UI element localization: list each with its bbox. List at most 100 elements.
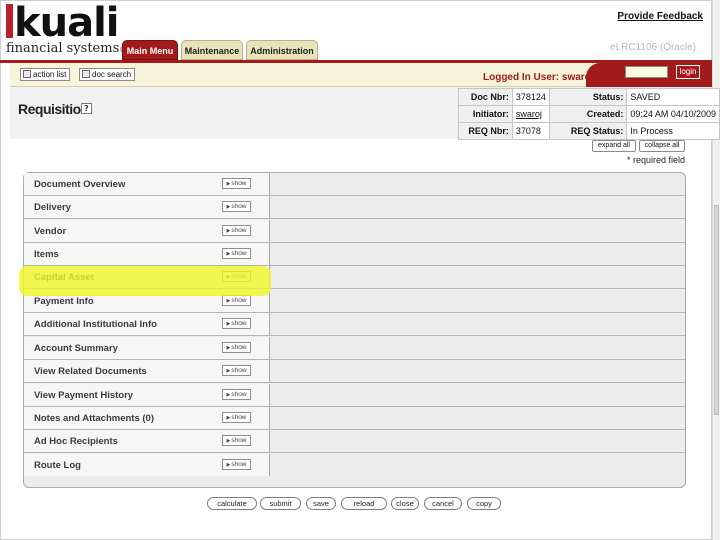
initiator-value[interactable]: swaroj <box>516 109 542 119</box>
show-label: show <box>231 367 247 374</box>
section-label: Additional Institutional Info <box>34 319 157 330</box>
calculate-button[interactable]: calculate <box>207 497 257 510</box>
section-tab: Vendor ▶show <box>24 220 270 242</box>
tab-main-menu[interactable]: Main Menu <box>122 40 178 60</box>
expand-arrow-icon: ▶ <box>226 181 231 187</box>
section-tab: Capital Asset ▶show <box>24 266 270 288</box>
tab-maintenance[interactable]: Maintenance <box>181 40 243 60</box>
expand-all-button[interactable]: expand all <box>592 140 636 152</box>
section-label: Vendor <box>34 226 67 237</box>
created-value: 09:24 AM 04/10/2009 <box>626 105 720 123</box>
section-label: Delivery <box>34 202 71 213</box>
initiator-label: Initiator: <box>458 105 513 123</box>
section-label: Notes and Attachments (0) <box>34 413 154 424</box>
login-input[interactable] <box>625 66 668 78</box>
show-label: show <box>231 391 247 398</box>
required-field-note: * required field <box>626 155 685 165</box>
submit-button[interactable]: submit <box>260 497 301 510</box>
expand-arrow-icon: ▶ <box>226 228 231 234</box>
document-info-table: Doc Nbr: 378124 Status: SAVED Initiator:… <box>458 88 720 140</box>
reload-button[interactable]: reload <box>341 497 387 510</box>
login-button[interactable]: login <box>676 65 700 79</box>
section-view-payment-history: View Payment History ▶show <box>24 384 685 407</box>
show-label: show <box>231 250 247 257</box>
server-label: eLRC1106 (Oracle) <box>610 42 696 53</box>
show-button[interactable]: ▶show <box>222 248 251 259</box>
section-tab: Document Overview ▶show <box>24 173 270 195</box>
expand-arrow-icon: ▶ <box>226 204 231 210</box>
section-additional-institutional-info: Additional Institutional Info ▶show <box>24 313 685 336</box>
expand-arrow-icon: ▶ <box>226 392 231 398</box>
tab-administration[interactable]: Administration <box>246 40 318 60</box>
provide-feedback-link[interactable]: Provide Feedback <box>617 11 703 22</box>
req-nbr-value: 37078 <box>511 122 550 140</box>
initiator-link[interactable]: swaroj <box>511 105 550 123</box>
show-button[interactable]: ▶show <box>222 365 251 376</box>
scrollbar-thumb[interactable] <box>714 205 719 415</box>
logo-subtitle: financial systems <box>6 41 120 56</box>
section-tab: Ad Hoc Recipients ▶show <box>24 430 270 452</box>
cancel-button[interactable]: cancel <box>424 497 462 510</box>
expand-arrow-icon: ▶ <box>226 345 231 351</box>
kuali-logo: kuali financial systems® <box>6 0 126 56</box>
logged-in-user: Logged In User: swaroj <box>483 72 594 83</box>
section-document-overview: Document Overview ▶show <box>24 173 685 196</box>
doc-nbr-label: Doc Nbr: <box>458 88 513 106</box>
section-tab: Additional Institutional Info ▶show <box>24 313 270 335</box>
section-tab: Notes and Attachments (0) ▶show <box>24 407 270 429</box>
created-label: Created: <box>548 105 628 123</box>
show-button[interactable]: ▶show <box>222 201 251 212</box>
logo-bar-icon <box>6 4 13 38</box>
show-label: show <box>231 203 247 210</box>
help-icon[interactable]: ? <box>81 103 92 114</box>
action-list-button[interactable]: action list <box>20 68 71 81</box>
show-button[interactable]: ▶show <box>222 459 251 470</box>
show-button[interactable]: ▶show <box>222 342 251 353</box>
section-label: Items <box>34 249 59 260</box>
section-label: Capital Asset <box>34 272 94 283</box>
section-label: Payment Info <box>34 296 94 307</box>
expand-arrow-icon: ▶ <box>226 462 231 468</box>
show-button[interactable]: ▶show <box>222 178 251 189</box>
expand-arrow-icon: ▶ <box>226 321 231 327</box>
section-tab: Account Summary ▶show <box>24 337 270 359</box>
show-label: show <box>231 273 247 280</box>
vertical-scrollbar[interactable] <box>712 0 720 540</box>
show-label: show <box>231 297 247 304</box>
section-view-related-documents: View Related Documents ▶show <box>24 360 685 383</box>
show-button[interactable]: ▶show <box>222 389 251 400</box>
section-notes-and-attachments-0: Notes and Attachments (0) ▶show <box>24 407 685 430</box>
show-button[interactable]: ▶show <box>222 412 251 423</box>
close-button[interactable]: close <box>391 497 419 510</box>
show-label: show <box>231 180 247 187</box>
show-button[interactable]: ▶show <box>222 435 251 446</box>
section-tab: View Related Documents ▶show <box>24 360 270 382</box>
section-vendor: Vendor ▶show <box>24 220 685 243</box>
save-button[interactable]: save <box>306 497 336 510</box>
section-delivery: Delivery ▶show <box>24 196 685 219</box>
show-button[interactable]: ▶show <box>222 295 251 306</box>
doc-search-button[interactable]: doc search <box>79 68 136 81</box>
section-account-summary: Account Summary ▶show <box>24 337 685 360</box>
action-list-label: action list <box>33 70 67 79</box>
show-button[interactable]: ▶show <box>222 318 251 329</box>
show-button[interactable]: ▶show <box>222 225 251 236</box>
doc-nbr-value: 378124 <box>511 88 550 106</box>
req-status-label: REQ Status: <box>548 122 628 140</box>
show-button[interactable]: ▶show <box>222 271 251 282</box>
status-value: SAVED <box>626 88 720 106</box>
action-list-icon <box>23 70 31 78</box>
show-label: show <box>231 461 247 468</box>
show-label: show <box>231 414 247 421</box>
section-items: Items ▶show <box>24 243 685 266</box>
req-status-value: In Process <box>626 122 720 140</box>
copy-button[interactable]: copy <box>467 497 501 510</box>
show-label: show <box>231 437 247 444</box>
logo-text: kuali <box>14 0 119 46</box>
expand-arrow-icon: ▶ <box>226 251 231 257</box>
section-label: Route Log <box>34 460 81 471</box>
section-label: View Payment History <box>34 390 134 401</box>
section-payment-info: Payment Info ▶show <box>24 290 685 313</box>
section-label: Ad Hoc Recipients <box>34 436 118 447</box>
collapse-all-button[interactable]: collapse all <box>639 140 685 152</box>
